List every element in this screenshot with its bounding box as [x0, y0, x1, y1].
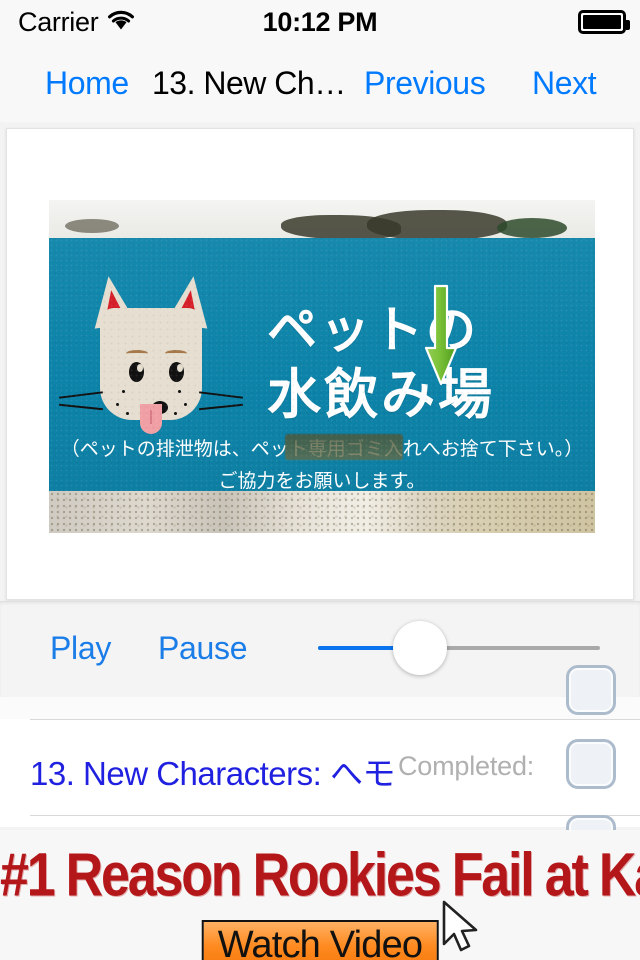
photo-sign-board: ペットの 水飲み場 （ペットの排泄物は、ペット専用ゴミ入れへお捨て下さい。） ご… — [49, 238, 595, 492]
list-divider-bottom — [30, 815, 640, 816]
battery-full-icon — [578, 10, 630, 34]
status-bar-right — [578, 10, 630, 34]
sign-graffiti-blot — [285, 434, 403, 460]
status-bar-clock: 10:12 PM — [262, 6, 378, 37]
navigation-bar: Home 13. New Ch… Previous Next — [0, 44, 640, 122]
green-down-arrow-icon — [424, 284, 458, 387]
lesson-image: ペットの 水飲み場 （ペットの排泄物は、ペット専用ゴミ入れへお捨て下さい。） ご… — [49, 200, 595, 533]
completed-label: Completed: — [398, 751, 535, 781]
ad-headline: #1 Reason Rookies Fail at Kanji — [0, 841, 640, 910]
app-screen: Carrier 10:12 PM Home 13. New Ch… Previo… — [0, 0, 640, 960]
chapter-title[interactable]: 13. New Characters: へモ — [30, 747, 395, 795]
next-button[interactable]: Next — [532, 65, 597, 102]
ad-banner[interactable]: #1 Reason Rookies Fail at Kanji Watch Vi… — [0, 830, 640, 960]
audio-player-bar: Play Pause — [0, 601, 640, 697]
slider-thumb[interactable] — [392, 621, 447, 675]
sign-text-small2: ご協力をお願いします。 — [218, 470, 426, 492]
playback-slider[interactable] — [318, 621, 600, 675]
list-divider-top — [30, 719, 640, 720]
mouse-pointer-icon — [440, 900, 484, 956]
completed-checkbox[interactable] — [566, 739, 616, 789]
page-title: 13. New Ch… — [152, 64, 346, 101]
sign-text-line2: 水飲み場 — [267, 363, 495, 426]
completed-checkbox-above[interactable] — [566, 665, 616, 715]
previous-button[interactable]: Previous — [364, 65, 486, 102]
pause-button[interactable]: Pause — [158, 630, 248, 667]
play-button[interactable]: Play — [50, 630, 111, 667]
photo-ground — [49, 491, 595, 533]
status-bar: Carrier 10:12 PM — [0, 0, 640, 44]
cat-face-illustration — [59, 273, 243, 434]
chapter-list: 13. New Characters: へモ Completed: — [0, 665, 640, 865]
lesson-content-card: ペットの 水飲み場 （ペットの排泄物は、ペット専用ゴミ入れへお捨て下さい。） ご… — [6, 128, 634, 600]
list-row-above-partial[interactable] — [0, 697, 640, 719]
home-button[interactable]: Home — [45, 65, 129, 102]
watch-video-button[interactable]: Watch Video — [201, 920, 439, 960]
